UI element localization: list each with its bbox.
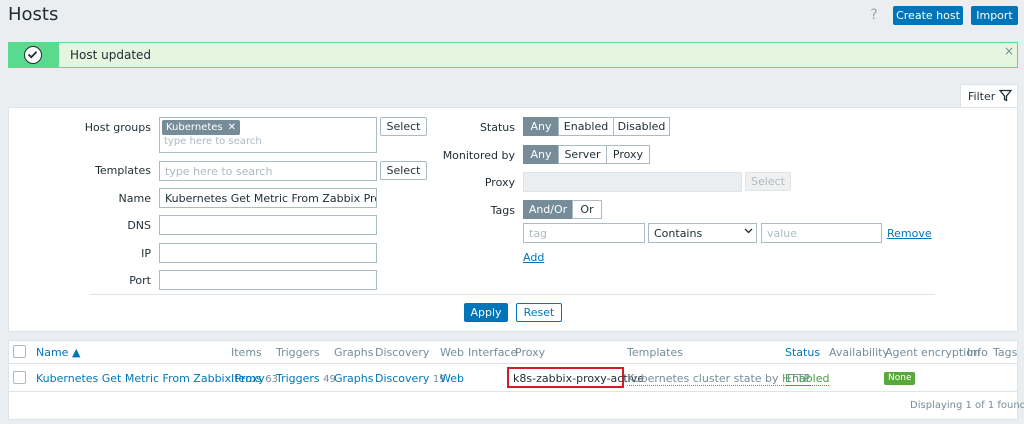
tag-input[interactable]: tag <box>523 223 645 243</box>
column-tags: Tags <box>993 346 1018 359</box>
status-cell[interactable]: Enabled <box>785 372 830 386</box>
web-link[interactable]: Web <box>440 372 464 385</box>
question-icon[interactable]: ? <box>867 7 881 23</box>
dns-label: DNS <box>127 219 151 232</box>
close-icon[interactable]: × <box>1004 44 1014 58</box>
templates-input[interactable]: type here to search <box>159 161 377 181</box>
proxy-label: Proxy <box>484 176 515 189</box>
discovery-link[interactable]: Discovery <box>375 372 429 385</box>
header-divider <box>8 363 1018 364</box>
row-checkbox[interactable] <box>13 371 26 384</box>
column-web: Web <box>440 346 464 359</box>
page-title: Hosts <box>8 4 59 25</box>
column-agent-encryption: Agent encryption <box>885 346 980 359</box>
tag-operator-select[interactable]: Contains <box>648 223 757 243</box>
column-status[interactable]: Status <box>785 346 820 359</box>
host-groups-label: Host groups <box>84 121 151 134</box>
ip-label: IP <box>141 247 151 260</box>
host-group-chip: Kubernetes ✕ <box>162 120 240 135</box>
funnel-icon <box>998 89 1013 105</box>
filter-divider <box>90 294 935 295</box>
reset-button[interactable]: Reset <box>516 303 562 322</box>
tag-value-placeholder: value <box>767 227 798 240</box>
dns-input[interactable] <box>159 215 377 235</box>
tag-operator-value: Contains <box>654 227 703 240</box>
column-interface: Interface <box>468 346 518 359</box>
column-items: Items <box>231 346 262 359</box>
status-any[interactable]: Any <box>523 117 559 136</box>
tab-filter[interactable]: Filter <box>960 84 1018 108</box>
monitored-by-server[interactable]: Server <box>558 145 607 164</box>
check-circle-icon <box>24 46 42 64</box>
graphs-link[interactable]: Graphs <box>334 372 373 385</box>
create-host-button[interactable]: Create host <box>893 6 963 25</box>
proxy-cell: k8s-zabbix-proxy-active <box>513 372 644 385</box>
column-info: Info <box>967 346 988 359</box>
ip-input[interactable] <box>159 243 377 263</box>
column-name[interactable]: Name ▲ <box>36 346 80 359</box>
discovery-cell[interactable]: Discovery 19 <box>375 372 446 385</box>
name-label: Name <box>118 192 151 205</box>
templates-placeholder: type here to search <box>165 165 273 178</box>
templates-cell[interactable]: Kubernetes cluster state by HTTP <box>627 372 811 386</box>
success-message: Host updated × <box>8 42 1018 68</box>
tag-remove-link[interactable]: Remove <box>887 227 932 240</box>
message-text: Host updated <box>70 48 152 62</box>
items-cell[interactable]: Items 63 <box>231 372 278 385</box>
encryption-badge: None <box>884 372 916 385</box>
tags-label: Tags <box>490 204 515 217</box>
port-input[interactable] <box>159 270 377 290</box>
monitored-by-label: Monitored by <box>442 149 515 162</box>
host-groups-placeholder: type here to search <box>164 136 262 147</box>
select-all-checkbox[interactable] <box>13 345 26 358</box>
row-divider <box>8 391 1018 392</box>
import-button[interactable]: Import <box>971 6 1018 25</box>
triggers-link[interactable]: Triggers <box>276 372 320 385</box>
column-discovery: Discovery <box>375 346 430 359</box>
message-icon-area <box>9 43 59 67</box>
name-input[interactable]: Kubernetes Get Metric From Zabbix Proxy <box>159 188 377 208</box>
tag-add-link[interactable]: Add <box>523 251 544 264</box>
port-label: Port <box>129 274 151 287</box>
chip-remove-icon[interactable]: ✕ <box>228 122 236 133</box>
tag-value-input[interactable]: value <box>761 223 882 243</box>
tags-andor[interactable]: And/Or <box>523 200 573 219</box>
items-link[interactable]: Items <box>231 372 262 385</box>
column-templates: Templates <box>627 346 683 359</box>
chip-label: Kubernetes <box>166 122 223 133</box>
column-triggers: Triggers <box>276 346 320 359</box>
column-availability: Availability <box>829 346 889 359</box>
status-label: Status <box>479 121 515 134</box>
apply-button[interactable]: Apply <box>464 303 508 322</box>
column-graphs: Graphs <box>334 346 374 359</box>
status-enabled[interactable]: Enabled <box>558 117 614 136</box>
status-enabled-link[interactable]: Enabled <box>785 372 830 386</box>
table-footer: Displaying 1 of 1 found <box>910 400 1024 411</box>
chevron-down-icon <box>744 226 753 238</box>
host-groups-multiselect[interactable]: Kubernetes ✕ type here to search <box>159 117 377 153</box>
proxy-select-button: Select <box>745 172 791 191</box>
triggers-cell[interactable]: Triggers 49 <box>276 372 336 385</box>
tags-or[interactable]: Or <box>572 200 602 219</box>
monitored-by-any[interactable]: Any <box>523 145 559 164</box>
tag-placeholder: tag <box>529 227 548 240</box>
filter-tab-label: Filter <box>968 90 996 103</box>
template-link[interactable]: Kubernetes cluster state by HTTP <box>627 372 811 386</box>
templates-label: Templates <box>95 164 151 177</box>
column-proxy: Proxy <box>515 346 546 359</box>
proxy-input <box>523 172 742 192</box>
monitored-by-proxy[interactable]: Proxy <box>606 145 650 164</box>
status-disabled[interactable]: Disabled <box>613 117 670 136</box>
